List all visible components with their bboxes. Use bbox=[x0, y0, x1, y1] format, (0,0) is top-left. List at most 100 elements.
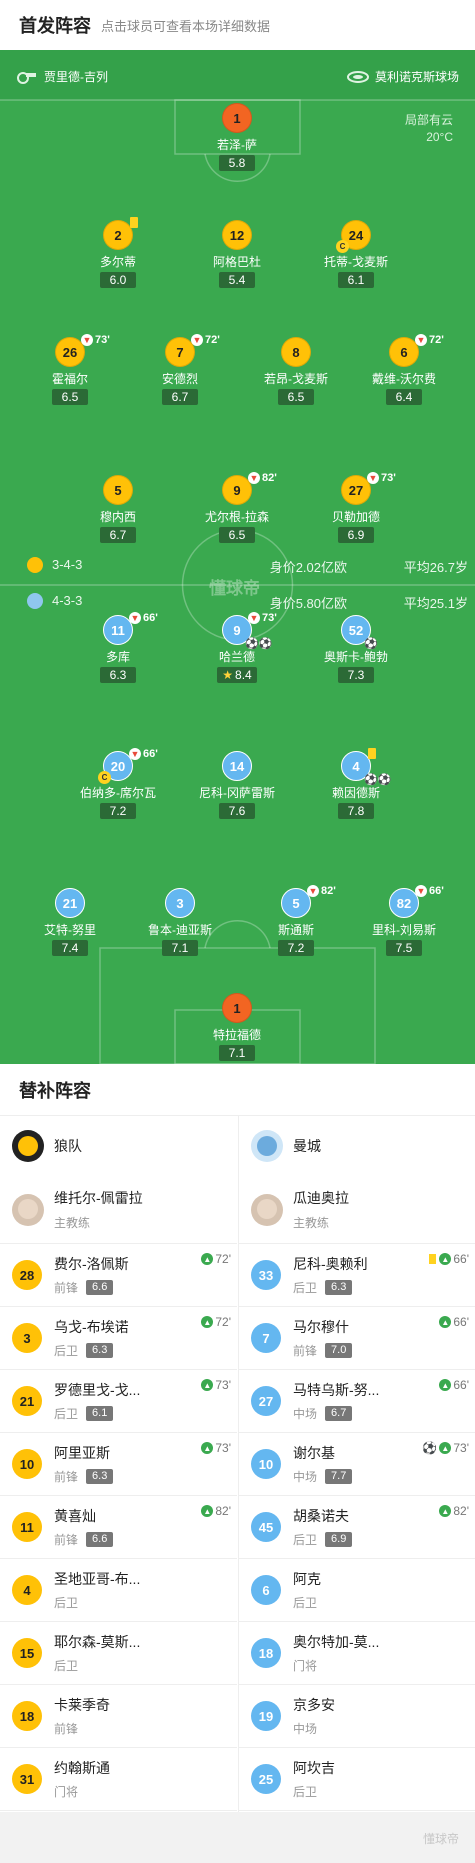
sub-name: 尼科-奥赖利 bbox=[293, 1256, 368, 1272]
sub-player-row[interactable]: 33 尼科-奥赖利 后卫 6.3 ▲ 66' bbox=[239, 1244, 475, 1307]
sub-rating: 6.3 bbox=[86, 1343, 114, 1358]
page-subtitle: 点击球员可查看本场详细数据 bbox=[101, 18, 271, 34]
away-player[interactable]: 21 艾特-努里 7.4 bbox=[15, 888, 125, 957]
away-team-row[interactable]: 曼城 bbox=[239, 1116, 475, 1176]
home-player[interactable]: 9 ▼ 82' 尤尔根-拉森 6.5 bbox=[182, 472, 292, 544]
sub-name: 马特乌斯-努... bbox=[293, 1382, 380, 1398]
coach-avatar bbox=[251, 1193, 283, 1226]
away-player[interactable]: 5 ▼ 82' 斯通斯 7.2 bbox=[241, 885, 351, 957]
sub-off-minute: 72' bbox=[429, 334, 444, 346]
sub-off-icon: ▼ bbox=[191, 334, 203, 346]
home-player[interactable]: 6 ▼ 72' 戴维-沃尔费 6.4 bbox=[349, 334, 459, 406]
away-player[interactable]: 1 特拉福德 7.1 bbox=[182, 993, 292, 1062]
player-rating: 7.6 bbox=[219, 803, 255, 819]
away-player[interactable]: 20 C ▼ 66' 伯纳多-席尔瓦 7.2 bbox=[63, 748, 173, 820]
sub-on-minute: 66' bbox=[453, 1252, 469, 1266]
sub-off-indicator: ▼ 72' bbox=[415, 334, 444, 346]
yellow-card-icon bbox=[130, 217, 138, 228]
away-player[interactable]: 3 鲁本-迪亚斯 7.1 bbox=[125, 888, 235, 957]
home-team-row[interactable]: 狼队 bbox=[0, 1116, 237, 1176]
sub-player-row[interactable]: 3 乌戈-布埃诺 后卫 6.3 ▲ 72' bbox=[0, 1307, 237, 1370]
player-name: 赖因德斯 bbox=[331, 786, 380, 800]
away-player[interactable]: 82 ▼ 66' 里科-刘易斯 7.5 bbox=[349, 885, 459, 957]
home-player[interactable]: 26 ▼ 73' 霍福尔 6.5 bbox=[15, 334, 125, 406]
home-coach-role: 主教练 bbox=[54, 1216, 91, 1230]
sub-meta: 中场 6.7 bbox=[293, 1405, 379, 1422]
sub-player-row[interactable]: 10 阿里亚斯 前锋 6.3 ▲ 73' bbox=[0, 1433, 237, 1496]
sub-player-row[interactable]: 21 罗德里戈-戈... 后卫 6.1 ▲ 73' bbox=[0, 1370, 237, 1433]
mancity-logo-icon bbox=[251, 1130, 283, 1162]
sub-number: 21 bbox=[12, 1386, 42, 1416]
away-subs-column: 曼城 瓜迪奥拉 主教练 33 尼科-奥赖利 后卫 6.3 ▲ 66' 7 马尔穆什 前锋 7.0 ▲… bbox=[238, 1116, 475, 1816]
sub-meta: 中场 7.7 bbox=[293, 1468, 353, 1485]
sub-off-indicator: ▼ 82' bbox=[307, 885, 336, 897]
player-number: 27 ▼ 73' bbox=[341, 472, 396, 505]
sub-rating: 7.7 bbox=[325, 1469, 353, 1484]
sub-rating: 6.3 bbox=[86, 1469, 114, 1484]
sub-player-row[interactable]: 18 奥尔特加-莫... 门将 bbox=[239, 1622, 475, 1685]
sub-on-indicator: ▲ 82' bbox=[439, 1504, 469, 1518]
player-number: 9 ▼ 82' bbox=[222, 472, 277, 505]
goal-icon: ⚽⚽ bbox=[364, 774, 392, 786]
lineup-header: 首发阵容 点击球员可查看本场详细数据 bbox=[0, 0, 475, 50]
sub-name: 阿里亚斯 bbox=[54, 1445, 110, 1461]
away-age: 平均25.1岁 bbox=[403, 596, 468, 611]
player-name: 若泽-萨 bbox=[217, 138, 257, 152]
sub-number: 18 bbox=[251, 1638, 281, 1668]
weather: 局部有云 20°C bbox=[405, 112, 453, 146]
sub-player-row[interactable]: 45 胡桑诺夫 后卫 6.9 ▲ 82' bbox=[239, 1496, 475, 1559]
home-player[interactable]: 12 阿格巴杜 5.4 bbox=[182, 220, 292, 289]
sub-on-icon: ▲ bbox=[439, 1379, 452, 1391]
sub-on-icon: ▲ bbox=[201, 1253, 214, 1265]
away-player[interactable]: 14 尼科-冈萨雷斯 7.6 bbox=[182, 751, 292, 820]
home-player[interactable]: 1 若泽-萨 5.8 bbox=[182, 103, 292, 172]
player-number: 1 bbox=[222, 103, 252, 133]
home-coach-row[interactable]: 维托尔-佩雷拉 主教练 bbox=[0, 1176, 237, 1244]
player-rating: 7.4 bbox=[52, 940, 88, 956]
sub-player-row[interactable]: 31 约翰斯通 门将 bbox=[0, 1748, 237, 1811]
sub-player-row[interactable]: 4 圣地亚哥-布... 后卫 bbox=[0, 1559, 237, 1622]
sub-meta: 中场 bbox=[293, 1720, 335, 1737]
player-name: 奥斯卡-鲍勃 bbox=[324, 650, 388, 664]
sub-player-row[interactable]: 7 马尔穆什 前锋 7.0 ▲ 66' bbox=[239, 1307, 475, 1370]
away-player[interactable]: 11 ▼ 66' 多库 6.3 bbox=[63, 612, 173, 684]
stadium: 莫利诺克斯球场 bbox=[346, 68, 459, 85]
sub-player-row[interactable]: 11 黄喜灿 前锋 6.6 ▲ 82' bbox=[0, 1496, 237, 1559]
sub-name: 乌戈-布埃诺 bbox=[54, 1319, 129, 1335]
home-player[interactable]: 7 ▼ 72' 安德烈 6.7 bbox=[125, 334, 235, 406]
weather-temp: 20°C bbox=[426, 130, 453, 144]
sub-player-row[interactable]: 6 阿克 后卫 bbox=[239, 1559, 475, 1622]
away-player[interactable]: 9▼73'⚽⚽哈兰德8.4 bbox=[182, 612, 292, 684]
away-coach-row[interactable]: 瓜迪奥拉 主教练 bbox=[239, 1176, 475, 1244]
sub-meta: 后卫 6.9 bbox=[293, 1531, 353, 1548]
sub-off-indicator: ▼ 73' bbox=[367, 472, 396, 484]
sub-position: 后卫 bbox=[54, 1344, 79, 1358]
sub-player-row[interactable]: 10 谢尔基 中场 7.7 ⚽ ▲ 73' bbox=[239, 1433, 475, 1496]
sub-player-row[interactable]: 27 马特乌斯-努... 中场 6.7 ▲ 66' bbox=[239, 1370, 475, 1433]
home-player[interactable]: 2 多尔蒂 6.0 bbox=[63, 217, 173, 289]
sub-off-minute: 66' bbox=[143, 612, 158, 624]
away-player[interactable]: 52 ⚽ 奥斯卡-鲍勃 7.3 bbox=[301, 615, 411, 684]
home-player[interactable]: 27 ▼ 73' 贝勒加德 6.9 bbox=[301, 472, 411, 544]
away-player[interactable]: 4 ⚽⚽ 赖因德斯 7.8 bbox=[301, 748, 411, 820]
sub-player-row[interactable]: 28 费尔-洛佩斯 前锋 6.6 ▲ 72' bbox=[0, 1244, 237, 1307]
player-name: 戴维-沃尔费 bbox=[372, 372, 436, 386]
player-number: 26 ▼ 73' bbox=[55, 334, 110, 367]
player-name: 艾特-努里 bbox=[44, 923, 96, 937]
sub-name: 阿坎吉 bbox=[293, 1760, 335, 1776]
home-player[interactable]: 5 穆内西 6.7 bbox=[63, 475, 173, 544]
home-player[interactable]: 8 若昂-戈麦斯 6.5 bbox=[241, 337, 351, 406]
player-name: 尼科-冈萨雷斯 bbox=[199, 786, 275, 800]
sub-player-row[interactable]: 18 卡莱季奇 前锋 bbox=[0, 1685, 237, 1748]
sub-off-icon: ▼ bbox=[415, 885, 427, 897]
sub-player-row[interactable]: 25 阿坎吉 后卫 bbox=[239, 1748, 475, 1811]
sub-on-icon: ▲ bbox=[439, 1253, 452, 1265]
sub-name: 罗德里戈-戈... bbox=[54, 1382, 141, 1398]
sub-number: 28 bbox=[12, 1260, 42, 1290]
sub-player-row[interactable]: 19 京多安 中场 bbox=[239, 1685, 475, 1748]
sub-player-row[interactable]: 15 耶尔森-莫斯... 后卫 bbox=[0, 1622, 237, 1685]
home-formation: 3-4-3 bbox=[52, 557, 83, 572]
sub-meta: 门将 bbox=[54, 1783, 110, 1800]
home-player[interactable]: 24 C 托蒂-戈麦斯 6.1 bbox=[301, 220, 411, 289]
wolves-logo-icon bbox=[12, 1130, 44, 1162]
